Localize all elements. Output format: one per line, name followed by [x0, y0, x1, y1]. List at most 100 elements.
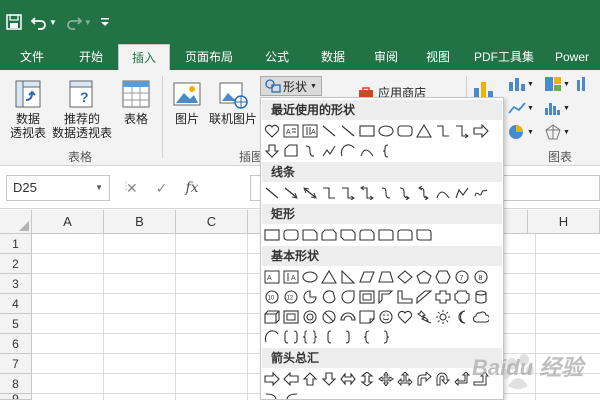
heptagon-shape[interactable]: 7 — [453, 268, 471, 286]
elbow-double-arrow-shape[interactable] — [358, 184, 376, 202]
l-shape[interactable] — [396, 288, 414, 306]
column-chart-button[interactable]: ▼ — [508, 76, 534, 92]
plus-shape[interactable] — [434, 288, 452, 306]
snip-single-corner-shape[interactable] — [301, 226, 319, 244]
undo-button[interactable]: ▼ — [30, 12, 57, 32]
right-triangle-shape[interactable] — [339, 268, 357, 286]
statistic-chart-button[interactable]: ▼ — [544, 100, 570, 116]
arc-shape[interactable] — [339, 142, 357, 160]
left-brace-shape[interactable] — [377, 142, 395, 160]
donut-shape[interactable] — [301, 308, 319, 326]
curve-shape[interactable] — [434, 184, 452, 202]
text-box-shape[interactable]: A — [282, 122, 300, 140]
block-arc-shape[interactable] — [339, 308, 357, 326]
snip-same-side-shape[interactable] — [320, 226, 338, 244]
row-header-5[interactable]: 5 — [0, 314, 32, 334]
up-arrow-shape[interactable] — [301, 370, 319, 388]
lightning-shape[interactable] — [301, 142, 319, 160]
right-arrow-shape[interactable] — [472, 122, 490, 140]
bevel-shape[interactable] — [282, 308, 300, 326]
row-header-2[interactable]: 2 — [0, 254, 32, 274]
pivot-table-button[interactable]: 数据 透视表 — [6, 78, 50, 140]
curved-arrow-connector-shape[interactable] — [396, 184, 414, 202]
undo-dropdown-icon[interactable]: ▼ — [49, 18, 57, 27]
row-header-3[interactable]: 3 — [0, 274, 32, 294]
column-header-a[interactable]: A — [32, 210, 104, 234]
rectangle-shape[interactable] — [358, 122, 376, 140]
shapes-dropdown-button[interactable]: 形状 ▼ — [260, 76, 322, 96]
scribble-shape[interactable] — [472, 184, 490, 202]
teardrop-shape[interactable] — [339, 288, 357, 306]
elbow-connector-shape[interactable] — [434, 122, 452, 140]
oval-shape[interactable] — [377, 122, 395, 140]
elbow-arrow-connector-shape[interactable] — [339, 184, 357, 202]
left-bracket-shape[interactable] — [320, 328, 338, 346]
parallelogram-shape[interactable] — [358, 268, 376, 286]
round-same-side-shape[interactable] — [396, 226, 414, 244]
more-charts-button[interactable] — [576, 76, 594, 92]
snip-corner-shape[interactable] — [282, 142, 300, 160]
cloud-shape[interactable] — [472, 308, 490, 326]
left-brace-shape[interactable] — [358, 328, 376, 346]
insert-function-icon[interactable]: fx — [185, 180, 198, 196]
rounded-rectangle-shape[interactable] — [282, 226, 300, 244]
tab-page-layout[interactable]: 页面布局 — [170, 44, 248, 70]
column-header-h[interactable]: H — [528, 210, 600, 234]
left-right-up-arrow-shape[interactable] — [396, 370, 414, 388]
left-right-arrow-shape[interactable] — [339, 370, 357, 388]
curved-double-arrow-shape[interactable] — [415, 184, 433, 202]
column-header-b[interactable]: B — [104, 210, 176, 234]
diagonal-stripe-shape[interactable] — [415, 288, 433, 306]
triangle-shape[interactable] — [415, 122, 433, 140]
row-header-7[interactable]: 7 — [0, 354, 32, 374]
cube-shape[interactable] — [263, 308, 281, 326]
up-down-arrow-shape[interactable] — [358, 370, 376, 388]
heart-shape[interactable] — [263, 122, 281, 140]
right-brace-shape[interactable] — [377, 328, 395, 346]
right-bracket-shape[interactable] — [339, 328, 357, 346]
dodecagon-shape[interactable]: 12 — [282, 288, 300, 306]
tab-pdf-tools[interactable]: PDF工具集 — [464, 44, 544, 70]
table-button[interactable]: 表格 — [116, 78, 156, 126]
elbow-arrow-connector-shape[interactable] — [453, 122, 471, 140]
triangle-shape[interactable] — [320, 268, 338, 286]
plaque-shape[interactable] — [453, 288, 471, 306]
freeform-shape[interactable] — [453, 184, 471, 202]
recommended-pivot-button[interactable]: ? 推荐的 数据透视表 — [50, 78, 114, 140]
double-brace-shape[interactable] — [301, 328, 319, 346]
left-arrow-shape[interactable] — [282, 370, 300, 388]
line-shape[interactable] — [339, 122, 357, 140]
curved-left-arrow-shape[interactable] — [282, 390, 300, 399]
trapezoid-shape[interactable] — [377, 268, 395, 286]
cancel-icon[interactable]: ✕ — [126, 180, 138, 197]
tab-formulas[interactable]: 公式 — [248, 44, 306, 70]
pie-shape[interactable] — [301, 288, 319, 306]
enter-icon[interactable]: ✓ — [156, 180, 168, 197]
row-header-8[interactable]: 8 — [0, 374, 32, 394]
right-arrow-shape[interactable] — [263, 370, 281, 388]
curved-connector-shape[interactable] — [377, 184, 395, 202]
round-diagonal-shape[interactable] — [415, 226, 433, 244]
line-shape[interactable] — [320, 122, 338, 140]
pie-chart-button[interactable]: ▼ — [508, 124, 534, 140]
smiley-face-shape[interactable] — [377, 308, 395, 326]
vertical-text-box-shape[interactable]: A — [282, 268, 300, 286]
s-curve-shape[interactable] — [320, 142, 338, 160]
hierarchy-chart-button[interactable]: ▼ — [544, 76, 570, 92]
column-header-c[interactable]: C — [176, 210, 248, 234]
bent-arrow-shape[interactable] — [415, 370, 433, 388]
round-single-corner-shape[interactable] — [377, 226, 395, 244]
no-symbol-shape[interactable] — [320, 308, 338, 326]
save-button[interactable] — [6, 12, 22, 32]
redo-dropdown-icon[interactable]: ▼ — [84, 18, 92, 27]
lightning-bolt-shape[interactable] — [415, 308, 433, 326]
rectangle-shape[interactable] — [263, 226, 281, 244]
line-chart-button[interactable]: ▼ — [508, 100, 534, 116]
double-bracket-shape[interactable] — [282, 328, 300, 346]
redo-button[interactable]: ▼ — [65, 12, 92, 32]
diamond-shape[interactable] — [396, 268, 414, 286]
row-header-1[interactable]: 1 — [0, 234, 32, 254]
heart-shape[interactable] — [396, 308, 414, 326]
oval-shape[interactable] — [301, 268, 319, 286]
row-header-6[interactable]: 6 — [0, 334, 32, 354]
